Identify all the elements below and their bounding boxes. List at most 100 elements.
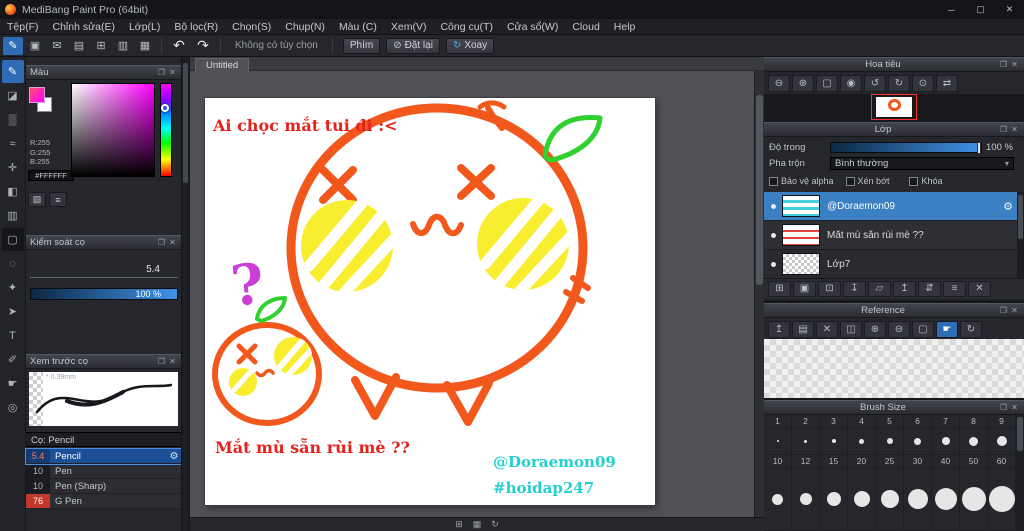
brush-size-preset[interactable] [764, 428, 792, 455]
brush-list-item[interactable]: 5.4 Pencil ⚙ [25, 448, 183, 465]
brush-size-preset[interactable] [988, 428, 1016, 455]
zoom-in-icon[interactable]: ⊕ [792, 75, 814, 92]
panel-close-icon[interactable]: ✕ [167, 68, 178, 77]
material-icon[interactable]: ▤ [69, 37, 89, 55]
menu-item-window[interactable]: Cửa sổ(W) [500, 19, 565, 35]
eyedropper-tool-icon[interactable]: ✐ [2, 348, 24, 371]
panel-popout-icon[interactable]: ❐ [156, 68, 167, 77]
rotate-right-icon[interactable]: ↻ [888, 75, 910, 92]
brush-size-preset[interactable]: 5 [876, 415, 904, 428]
brush-size-preset[interactable]: 3 [820, 415, 848, 428]
eraser-tool-icon[interactable]: ◪ [2, 84, 24, 107]
brush-size-preset[interactable]: 15 [820, 455, 848, 468]
blur-tool-icon[interactable]: ≈ [2, 132, 24, 155]
menu-item-snap[interactable]: Chụp(N) [278, 19, 332, 35]
fill-tool-icon[interactable]: ◧ [2, 180, 24, 203]
brush-size-preset[interactable]: 20 [848, 455, 876, 468]
hue-slider-handle[interactable] [161, 104, 169, 112]
brush-size-preset[interactable] [848, 468, 876, 531]
panel-close-icon[interactable]: ✕ [1009, 306, 1020, 315]
flip-horizontal-icon[interactable]: ⇄ [936, 75, 958, 92]
panel-close-icon[interactable]: ✕ [1009, 125, 1020, 134]
brush-size-preset[interactable]: 25 [876, 455, 904, 468]
brush-size-preset[interactable] [792, 428, 820, 455]
brush-list-item[interactable]: 76 G Pen [26, 494, 182, 509]
layer-visibility-toggle[interactable] [771, 232, 776, 238]
brush-size-preset[interactable]: 10 [764, 455, 792, 468]
brush-size-slider[interactable]: 5.4 [30, 258, 178, 278]
open-image-icon[interactable]: ▤ [792, 321, 814, 338]
scrollbar-thumb[interactable] [1018, 195, 1023, 239]
layer-settings-gear-icon[interactable]: ⚙ [999, 200, 1017, 213]
panel-popout-icon[interactable]: ❐ [156, 357, 167, 366]
brush-size-scrollbar[interactable] [1016, 415, 1024, 531]
brush-list-item[interactable]: 10 Pen (Sharp) [26, 479, 182, 494]
panel-popout-icon[interactable]: ❐ [998, 60, 1009, 69]
hue-slider[interactable] [160, 83, 172, 177]
fit-window-icon[interactable]: ▢ [816, 75, 838, 92]
menu-item-filter[interactable]: Bộ lọc(R) [167, 19, 225, 35]
select-pen-tool-icon[interactable]: ➤ [2, 300, 24, 323]
panel-close-icon[interactable]: ✕ [167, 238, 178, 247]
brush-size-preset[interactable]: 4 [848, 415, 876, 428]
layer-visibility-toggle[interactable] [771, 203, 776, 209]
brush-size-preset[interactable] [848, 428, 876, 455]
brush-size-preset[interactable] [904, 428, 932, 455]
brush-size-preset[interactable]: 1 [764, 415, 792, 428]
hand-tool-icon[interactable]: ☛ [2, 372, 24, 395]
brush-size-preset[interactable] [904, 468, 932, 531]
brush-size-preset[interactable]: 12 [792, 455, 820, 468]
left-panel-scrollbar[interactable] [181, 57, 189, 531]
refresh-icon[interactable]: ↻ [960, 321, 982, 338]
panel-popout-icon[interactable]: ❐ [998, 306, 1009, 315]
grid-toggle-icon[interactable]: ⊞ [455, 519, 463, 530]
airbrush-tool-icon[interactable]: ▒ [2, 108, 24, 131]
layer-folder-icon[interactable]: ▱ [868, 280, 891, 297]
layer-opacity-slider[interactable] [830, 141, 982, 154]
gradient-tool-icon[interactable]: ▥ [2, 204, 24, 227]
layer-visibility-toggle[interactable] [771, 261, 776, 267]
protect-alpha-checkbox[interactable] [769, 176, 778, 186]
menu-item-cloud[interactable]: Cloud [565, 19, 606, 35]
maximize-button[interactable]: ▢ [966, 0, 995, 19]
brush-settings-gear-icon[interactable]: ⚙ [166, 451, 182, 462]
scrollbar-thumb[interactable] [756, 95, 763, 285]
brush-size-preset[interactable] [876, 468, 904, 531]
menu-item-tools[interactable]: Công cụ(T) [433, 19, 500, 35]
scrollbar-thumb[interactable] [1017, 417, 1023, 451]
comment-icon[interactable]: ✉ [47, 37, 67, 55]
text-tool-icon[interactable]: T [2, 324, 24, 347]
brush-size-preset[interactable] [876, 428, 904, 455]
opacity-slider-thumb[interactable] [977, 141, 981, 154]
brush-icon[interactable]: ✎ [3, 36, 23, 55]
panel-close-icon[interactable]: ✕ [167, 357, 178, 366]
snap-icon[interactable]: ▦ [135, 37, 155, 55]
menu-item-select[interactable]: Chọn(S) [225, 19, 278, 35]
brush-size-preset[interactable]: 50 [960, 455, 988, 468]
menu-item-view[interactable]: Xem(V) [384, 19, 434, 35]
zoom-in-icon[interactable]: ⊕ [864, 321, 886, 338]
move-layer-up-icon[interactable]: ↥ [893, 280, 916, 297]
drawing-canvas[interactable]: ? Ai chọc mắt tui đi :< Mắt mù sẵn rùi m… [205, 98, 655, 505]
brush-size-preset[interactable] [932, 428, 960, 455]
undo-button[interactable]: ↶ [168, 37, 190, 55]
brush-opacity-slider[interactable]: 100 % [30, 288, 178, 300]
brush-size-preset[interactable] [960, 428, 988, 455]
layer-menu-icon[interactable]: ≡ [943, 280, 966, 297]
navigator-viewport-rect[interactable] [871, 94, 917, 120]
move-tool-icon[interactable]: ✛ [2, 156, 24, 179]
brush-size-preset[interactable]: 6 [904, 415, 932, 428]
actual-size-icon[interactable]: ◉ [840, 75, 862, 92]
transparent-bg-icon[interactable]: ▦ [473, 519, 482, 530]
split-view-icon[interactable]: ◫ [840, 321, 862, 338]
rotate-button[interactable]: ↻ Xoay [445, 37, 495, 54]
brush-size-preset[interactable]: 60 [988, 455, 1016, 468]
menu-item-color[interactable]: Màu (C) [332, 19, 384, 35]
new-canvas-icon[interactable]: ⊞ [91, 37, 111, 55]
reset-button[interactable]: ⊘ Đặt lại [386, 37, 440, 54]
zoom-out-icon[interactable]: ⊖ [888, 321, 910, 338]
brush-size-preset[interactable]: 9 [988, 415, 1016, 428]
layer-row[interactable]: Mắt mù sẵn rùi mè ?? [764, 221, 1017, 250]
add-folder-icon[interactable]: ▣ [793, 280, 816, 297]
duplicate-layer-icon[interactable]: ⊡ [818, 280, 841, 297]
